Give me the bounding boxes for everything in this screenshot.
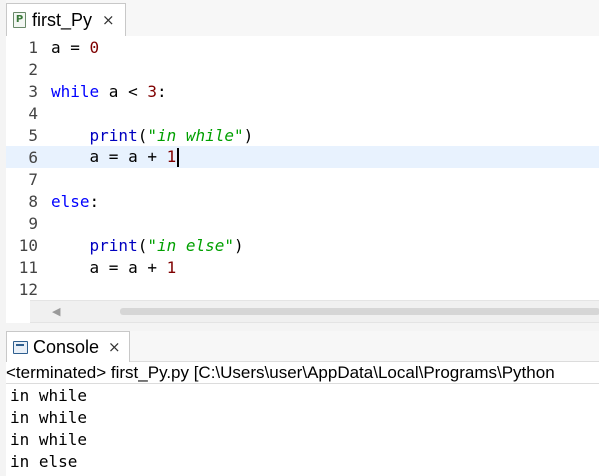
code-token-default: a = a +: [51, 257, 167, 277]
code-token-default: a = a +: [51, 147, 167, 166]
code-token-string: "in else": [147, 235, 235, 255]
code-token-keyword: else: [51, 191, 90, 211]
line-text: print("in while"): [51, 125, 254, 145]
pane-divider[interactable]: [0, 323, 599, 331]
python-file-icon: P: [13, 12, 26, 28]
code-token-number: 3: [147, 81, 157, 101]
console-tab[interactable]: Console ×: [6, 331, 130, 362]
line-number: 8: [28, 191, 38, 211]
code-line[interactable]: 1 a = 0: [6, 36, 599, 58]
scrollbar-thumb[interactable]: [120, 308, 599, 315]
code-token-default: [51, 126, 90, 145]
code-token-string: "in while": [147, 125, 244, 145]
line-text: a = 0: [51, 38, 99, 57]
code-token-func: print: [89, 235, 138, 255]
console-process-header: <terminated> first_Py.py [C:\Users\user\…: [6, 362, 599, 384]
console-output-line: in while: [10, 386, 88, 405]
code-token-func: print: [89, 125, 138, 145]
line-number: 7: [28, 169, 38, 189]
console-output-line: in while: [10, 408, 88, 427]
code-token-default: a <: [99, 81, 148, 101]
line-number: 2: [28, 59, 38, 79]
code-token-default: a =: [51, 37, 90, 57]
console-output-line: in else: [10, 452, 78, 471]
code-token-default: [51, 236, 90, 255]
line-number: 6: [28, 147, 38, 167]
code-line[interactable]: 6 a = a + 1: [6, 146, 599, 168]
editor-tab-label: first_Py: [32, 9, 93, 30]
line-number: 3: [28, 81, 38, 101]
console-tab-bar: Console ×: [6, 331, 599, 362]
code-token-default: :: [89, 191, 100, 211]
code-token-number: 1: [166, 147, 177, 166]
code-token-default: :: [156, 81, 167, 101]
console-tab-label: Console: [33, 336, 100, 357]
code-token-keyword: while: [51, 81, 100, 101]
code-token-number: 0: [89, 37, 100, 57]
code-line[interactable]: 8 else:: [6, 190, 599, 212]
code-line[interactable]: 7: [6, 168, 599, 190]
code-line[interactable]: 9: [6, 212, 599, 234]
code-token-number: 1: [166, 257, 177, 277]
line-number: 5: [28, 125, 38, 145]
code-editor[interactable]: 1a = 0 2 3 while a < 3: 4 5 print("in while")…: [6, 36, 599, 300]
line-number: 10: [18, 235, 38, 255]
console-output-line: in while: [10, 430, 88, 449]
code-line[interactable]: 5 print("in while"): [6, 124, 599, 146]
scroll-left-arrow-icon[interactable]: ◀: [52, 305, 60, 318]
code-token-default: ): [243, 125, 254, 145]
horizontal-scrollbar[interactable]: ◀: [30, 300, 599, 323]
code-line[interactable]: 10 print("in else"): [6, 234, 599, 256]
code-token-default: ): [234, 235, 244, 255]
line-text: print("in else"): [51, 236, 244, 255]
line-number: 11: [18, 257, 38, 277]
console-output[interactable]: in while in while in while in else: [6, 385, 599, 476]
line-number: 4: [28, 103, 38, 123]
editor-tab-bar: P first_Py ×: [6, 0, 599, 37]
line-number: 12: [18, 279, 38, 299]
code-line[interactable]: 3 while a < 3:: [6, 80, 599, 102]
code-line[interactable]: 4: [6, 102, 599, 124]
editor-tab-first-py[interactable]: P first_Py ×: [6, 3, 126, 36]
line-text: a = a + 1: [51, 147, 179, 167]
text-cursor: [177, 148, 179, 167]
console-icon: [13, 340, 28, 354]
code-line[interactable]: 2: [6, 58, 599, 80]
line-text: else:: [51, 192, 99, 211]
line-number: 1: [28, 37, 38, 57]
code-token-default: (: [137, 125, 148, 145]
code-token-default: (: [137, 235, 148, 255]
line-text: while a < 3:: [51, 82, 167, 101]
close-icon[interactable]: ×: [108, 339, 121, 355]
line-number: 9: [28, 213, 38, 233]
close-icon[interactable]: ×: [102, 12, 115, 28]
line-text: a = a + 1: [51, 257, 177, 277]
code-line[interactable]: 11 a = a + 1: [6, 256, 599, 278]
code-line[interactable]: 12: [6, 278, 599, 300]
